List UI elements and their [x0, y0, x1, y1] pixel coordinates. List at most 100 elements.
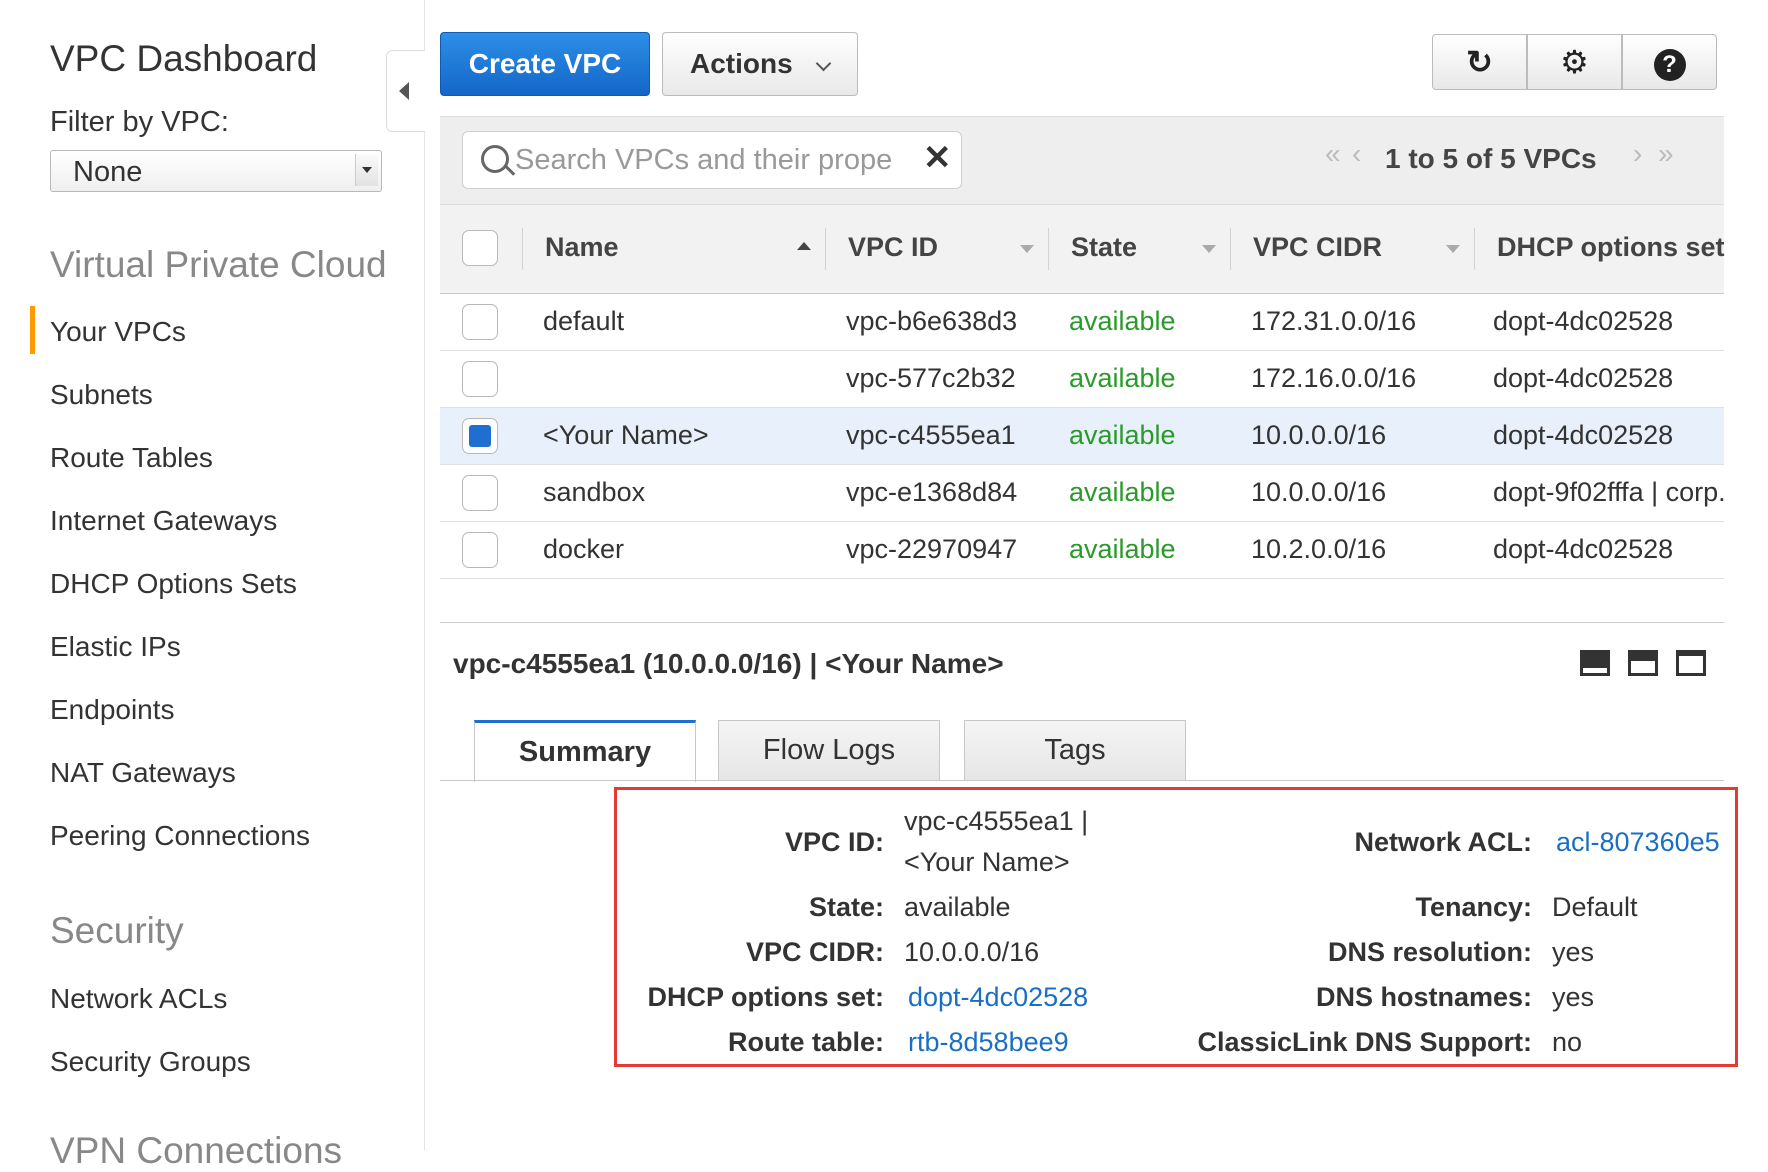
settings-button[interactable]: ⚙ [1527, 34, 1622, 90]
link-dhcp-options-set[interactable]: dopt-4dc02528 [908, 982, 1088, 1013]
sidebar-item-dhcp-options-sets[interactable]: DHCP Options Sets [50, 568, 297, 600]
value-vpc-id-line1: vpc-c4555ea1 | [904, 806, 1089, 836]
cell-vpc-cidr: 172.31.0.0/16 [1251, 306, 1417, 336]
last-page-icon[interactable]: » [1658, 138, 1674, 170]
link-route-table[interactable]: rtb-8d58bee9 [908, 1027, 1069, 1058]
row-checkbox[interactable] [462, 304, 498, 340]
clear-search-icon[interactable]: ✕ [923, 138, 952, 178]
label-tenancy: Tenancy: [1415, 892, 1532, 922]
label-state: State: [808, 892, 884, 922]
value-dns-hostnames: yes [1552, 982, 1595, 1012]
tab-baseline [440, 780, 1724, 781]
label-vpc-id: VPC ID: [784, 827, 884, 857]
prev-page-icon[interactable]: ‹ [1352, 138, 1361, 170]
row-checkbox-checked[interactable] [462, 418, 498, 454]
select-all-checkbox[interactable] [462, 230, 498, 266]
cell-dhcp: dopt-4dc02528 [1493, 420, 1674, 450]
actions-dropdown[interactable]: Actions [662, 32, 858, 96]
sidebar-item-route-tables[interactable]: Route Tables [50, 442, 213, 474]
cell-vpc-id: vpc-b6e638d3 [846, 306, 1018, 336]
sort-icon [1446, 245, 1460, 253]
row-checkbox[interactable] [462, 361, 498, 397]
column-header-name[interactable]: Name [545, 232, 619, 263]
column-separator [825, 228, 826, 270]
search-icon [481, 145, 509, 173]
help-icon: ? [1653, 48, 1686, 81]
column-header-dhcp-options-set[interactable]: DHCP options set [1497, 232, 1725, 263]
cell-vpc-cidr: 172.16.0.0/16 [1251, 363, 1417, 393]
table-row[interactable]: vpc-577c2b32 available 172.16.0.0/16 dop… [440, 351, 1724, 408]
cell-vpc-cidr: 10.0.0.0/16 [1251, 477, 1387, 507]
sort-icon [1020, 245, 1034, 253]
layout-top-icon[interactable] [1676, 650, 1706, 676]
tab-flow-logs[interactable]: Flow Logs [718, 720, 940, 780]
sidebar-item-subnets[interactable]: Subnets [50, 379, 153, 411]
cell-state: available [1069, 306, 1176, 336]
search-placeholder: Search VPCs and their prope [515, 144, 893, 176]
tab-tags[interactable]: Tags [964, 720, 1186, 780]
sidebar-item-nat-gateways[interactable]: NAT Gateways [50, 757, 236, 789]
sidebar: VPC Dashboard Filter by VPC: None Virtua… [0, 0, 425, 1171]
table-row[interactable]: default vpc-b6e638d3 available 172.31.0.… [440, 294, 1724, 351]
refresh-icon: ↻ [1466, 44, 1493, 80]
cell-vpc-id: vpc-22970947 [846, 534, 1018, 564]
cell-dhcp: dopt-9f02fffa | corp.c [1493, 477, 1724, 507]
label-route-table: Route table: [727, 1027, 884, 1057]
gear-icon: ⚙ [1560, 44, 1589, 80]
label-classiclink-dns-support: ClassicLink DNS Support: [1197, 1027, 1532, 1057]
layout-middle-icon[interactable] [1628, 650, 1658, 676]
link-network-acl[interactable]: acl-807360e5 [1556, 827, 1720, 858]
column-header-state[interactable]: State [1071, 232, 1137, 263]
cell-vpc-cidr: 10.0.0.0/16 [1251, 420, 1387, 450]
help-button[interactable]: ? [1622, 34, 1717, 90]
cell-vpc-id: vpc-e1368d84 [846, 477, 1018, 507]
section-virtual-private-cloud: Virtual Private Cloud [50, 244, 387, 285]
search-input[interactable]: Search VPCs and their prope ✕ [462, 131, 962, 189]
refresh-button[interactable]: ↻ [1432, 34, 1527, 90]
sidebar-item-peering-connections[interactable]: Peering Connections [50, 820, 310, 852]
column-separator [1048, 228, 1049, 270]
pane-divider[interactable] [440, 622, 1724, 623]
label-dhcp-options-set: DHCP options set: [647, 982, 884, 1012]
cell-state: available [1069, 477, 1176, 507]
next-page-icon[interactable]: › [1633, 138, 1642, 170]
cell-dhcp: dopt-4dc02528 [1493, 363, 1674, 393]
layout-bottom-icon[interactable] [1580, 650, 1610, 676]
table-row[interactable]: docker vpc-22970947 available 10.2.0.0/1… [440, 522, 1724, 579]
section-vpn-connections: VPN Connections [50, 1130, 343, 1171]
column-header-vpc-cidr[interactable]: VPC CIDR [1253, 232, 1382, 263]
sidebar-item-endpoints[interactable]: Endpoints [50, 694, 175, 726]
cell-name: default [543, 306, 625, 336]
filter-label: Filter by VPC: [50, 106, 229, 138]
sort-icon [1202, 245, 1216, 253]
table-row[interactable]: sandbox vpc-e1368d84 available 10.0.0.0/… [440, 465, 1724, 522]
sidebar-item-network-acls[interactable]: Network ACLs [50, 983, 227, 1015]
sort-ascending-icon [797, 242, 811, 250]
column-header-vpc-id[interactable]: VPC ID [848, 232, 938, 263]
create-vpc-button[interactable]: Create VPC [440, 32, 650, 96]
column-separator [1474, 228, 1475, 270]
value-tenancy: Default [1552, 892, 1638, 922]
label-network-acl: Network ACL: [1354, 827, 1532, 857]
section-security: Security [50, 910, 184, 951]
chevron-down-icon [815, 55, 832, 72]
sidebar-item-security-groups[interactable]: Security Groups [50, 1046, 251, 1078]
sidebar-item-elastic-ips[interactable]: Elastic IPs [50, 631, 181, 663]
first-page-icon[interactable]: « [1325, 138, 1341, 170]
filter-vpc-select[interactable]: None [50, 150, 382, 192]
pager-text: 1 to 5 of 5 VPCs [1385, 143, 1597, 174]
tab-summary[interactable]: Summary [474, 720, 696, 782]
cell-name: docker [543, 534, 625, 564]
row-checkbox[interactable] [462, 532, 498, 568]
column-separator [1230, 228, 1231, 270]
sidebar-item-your-vpcs[interactable]: Your VPCs [50, 316, 186, 348]
cell-name: <Your Name> [543, 420, 709, 450]
value-vpc-id-line2: <Your Name> [904, 847, 1070, 877]
sidebar-item-internet-gateways[interactable]: Internet Gateways [50, 505, 277, 537]
cell-state: available [1069, 363, 1176, 393]
row-checkbox[interactable] [462, 475, 498, 511]
value-vpc-cidr: 10.0.0.0/16 [904, 937, 1040, 967]
table-row-selected[interactable]: <Your Name> vpc-c4555ea1 available 10.0.… [440, 408, 1724, 465]
value-classiclink-dns-support: no [1552, 1027, 1583, 1057]
collapse-sidebar-button[interactable] [386, 50, 425, 132]
